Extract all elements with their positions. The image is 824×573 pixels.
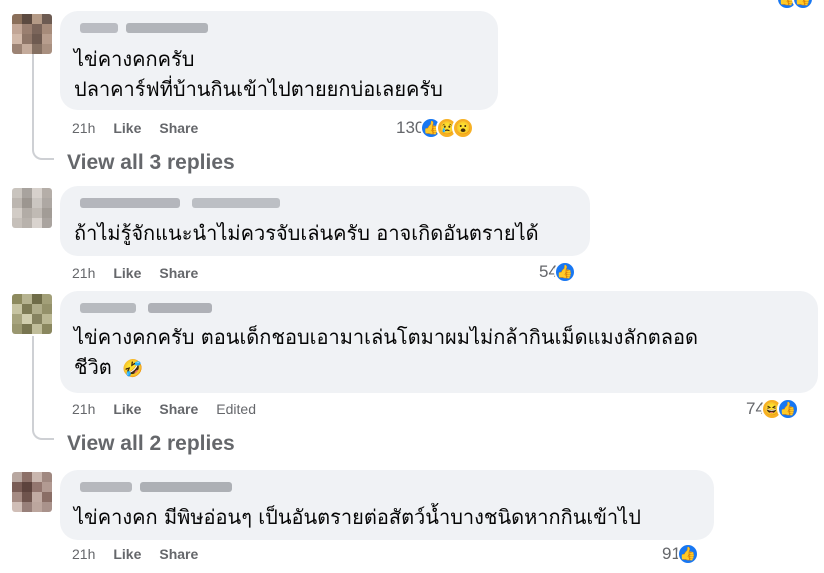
laughing-emoji: 🤣 [122,359,144,379]
comment-author[interactable] [74,18,484,38]
comment-bubble: ไข่คางคกครับ ตอนเด็กชอบเอามาเล่นโตมาผมไม… [60,291,818,393]
share-button[interactable]: Share [159,120,198,136]
edited-label: Edited [216,401,256,417]
comment-bubble: ถ้าไม่รู้จักแนะนำไม่ควรจับเล่นครับ อาจเก… [60,186,590,256]
comment-text-line: ไข่คางคกครับ ตอนเด็กชอบเอามาเล่นโตมาผมไม… [74,325,699,349]
share-button[interactable]: Share [159,401,198,417]
comment-author[interactable] [74,477,700,497]
share-button[interactable]: Share [159,265,198,281]
comment-time[interactable]: 21h [72,265,95,281]
comment-text-line: ไข่คางคกครับ [74,47,195,71]
thread-line [32,336,34,426]
reaction-summary[interactable]: 74 😆 👍 [746,398,799,420]
reaction-summary[interactable]: 130 👍 😢 😮 [396,117,475,139]
comment-text-fragment: ชีวิต [74,355,112,379]
comment-text-line: ถ้าไม่รู้จักแนะนำไม่ควรจับเล่นครับ อาจเก… [74,221,539,245]
avatar[interactable] [12,188,52,228]
comment-actions: 21h Like Share [72,546,198,562]
reaction-summary[interactable]: 54 👍 [539,261,576,283]
comment-time[interactable]: 21h [72,120,95,136]
like-button[interactable]: Like [113,265,141,281]
reaction-summary[interactable]: 91 👍 [662,543,699,565]
comment-text-line: ไข่คางคก มีพิษอ่อนๆ เป็นอันตรายต่อสัตว์น… [74,505,641,529]
comment-actions: 21h Like Share Edited [72,401,256,417]
comment-bubble: ไข่คางคก มีพิษอ่อนๆ เป็นอันตรายต่อสัตว์น… [60,470,714,540]
thread-elbow [32,426,54,440]
comment-actions: 21h Like Share [72,265,198,281]
comment-text-line: ชีวิต 🤣 [74,352,804,384]
thread-elbow [32,146,54,160]
like-icon: 👍 [553,261,576,283]
comment-actions: 21h Like Share [72,120,198,136]
like-button[interactable]: Like [113,401,141,417]
view-replies-link[interactable]: View all 2 replies [67,432,235,456]
like-button[interactable]: Like [113,120,141,136]
comment-time[interactable]: 21h [72,546,95,562]
avatar[interactable] [12,294,52,334]
like-icon: 👍 [676,543,699,565]
comment-author[interactable] [74,298,804,318]
view-replies-link[interactable]: View all 3 replies [67,151,235,175]
wow-icon: 😮 [452,117,475,139]
thread-line [32,54,34,146]
like-icon: 👍 [792,0,814,10]
top-reactions-partial: 👍 👍 [776,0,814,10]
comment-bubble: ไข่คางคกครับ ปลาคาร์ฟที่บ้านกินเข้าไปตาย… [60,11,498,110]
comment-text-line: ปลาคาร์ฟที่บ้านกินเข้าไปตายยกบ่อเลยครับ [74,77,443,101]
like-icon: 👍 [776,398,799,420]
like-button[interactable]: Like [113,546,141,562]
comment-author[interactable] [74,193,576,213]
comment-time[interactable]: 21h [72,401,95,417]
share-button[interactable]: Share [159,546,198,562]
avatar[interactable] [12,472,52,512]
avatar[interactable] [12,14,52,54]
